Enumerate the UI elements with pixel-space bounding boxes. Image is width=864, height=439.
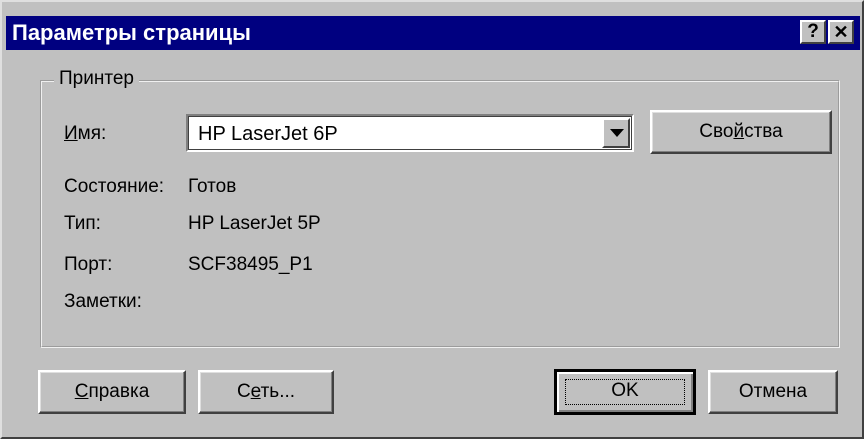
chevron-down-icon bbox=[610, 129, 624, 137]
notes-label: Заметки: bbox=[64, 291, 142, 312]
status-value: Готов bbox=[188, 176, 237, 197]
help-button[interactable]: Справка bbox=[38, 370, 186, 414]
combobox-dropdown-button[interactable] bbox=[602, 118, 630, 148]
close-icon: ✕ bbox=[833, 22, 849, 42]
printer-name-label: Имя: bbox=[64, 123, 107, 144]
printer-group-legend: Принтер bbox=[54, 68, 139, 90]
ok-button[interactable]: OK bbox=[554, 369, 696, 415]
page-setup-dialog: Параметры страницы ? ✕ Принтер Имя: HP L… bbox=[0, 0, 864, 439]
question-mark-icon: ? bbox=[807, 21, 819, 42]
type-value: HP LaserJet 5P bbox=[188, 213, 321, 234]
status-label: Состояние: bbox=[64, 176, 165, 197]
close-button[interactable]: ✕ bbox=[828, 20, 854, 44]
network-button[interactable]: Сеть... bbox=[198, 370, 334, 414]
type-label: Тип: bbox=[64, 213, 101, 234]
dialog-title: Параметры страницы bbox=[12, 20, 251, 45]
printer-name-value: HP LaserJet 6P bbox=[198, 123, 338, 145]
focus-indicator bbox=[565, 379, 685, 405]
help-title-button[interactable]: ? bbox=[800, 20, 826, 44]
port-value: SCF38495_P1 bbox=[188, 254, 313, 275]
title-bar: Параметры страницы ? ✕ bbox=[6, 16, 860, 50]
properties-button[interactable]: Свойства bbox=[650, 110, 832, 154]
printer-name-combobox[interactable]: HP LaserJet 6P bbox=[186, 114, 634, 152]
port-label: Порт: bbox=[64, 254, 113, 275]
cancel-button[interactable]: Отмена bbox=[708, 370, 838, 414]
